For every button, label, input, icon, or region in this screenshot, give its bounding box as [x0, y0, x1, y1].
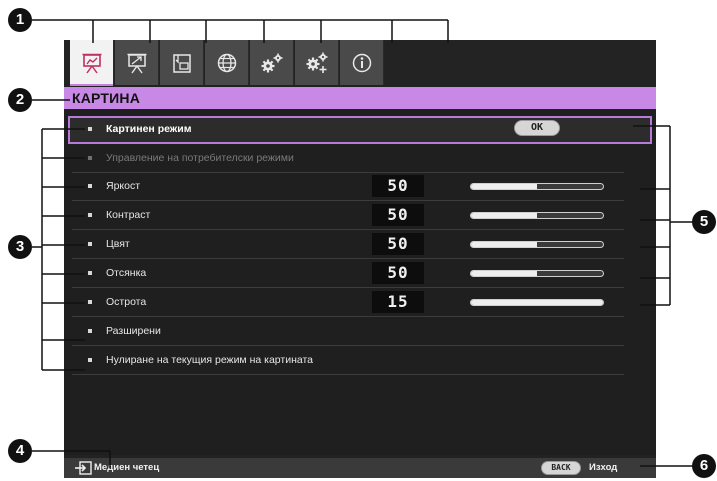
callout-5: 5 [692, 210, 716, 234]
callout-1: 1 [8, 8, 32, 32]
callout-4: 4 [8, 439, 32, 463]
callout-lines [32, 19, 694, 468]
callout-2: 2 [8, 88, 32, 112]
callout-6: 6 [692, 454, 716, 478]
callout-3: 3 [8, 235, 32, 259]
